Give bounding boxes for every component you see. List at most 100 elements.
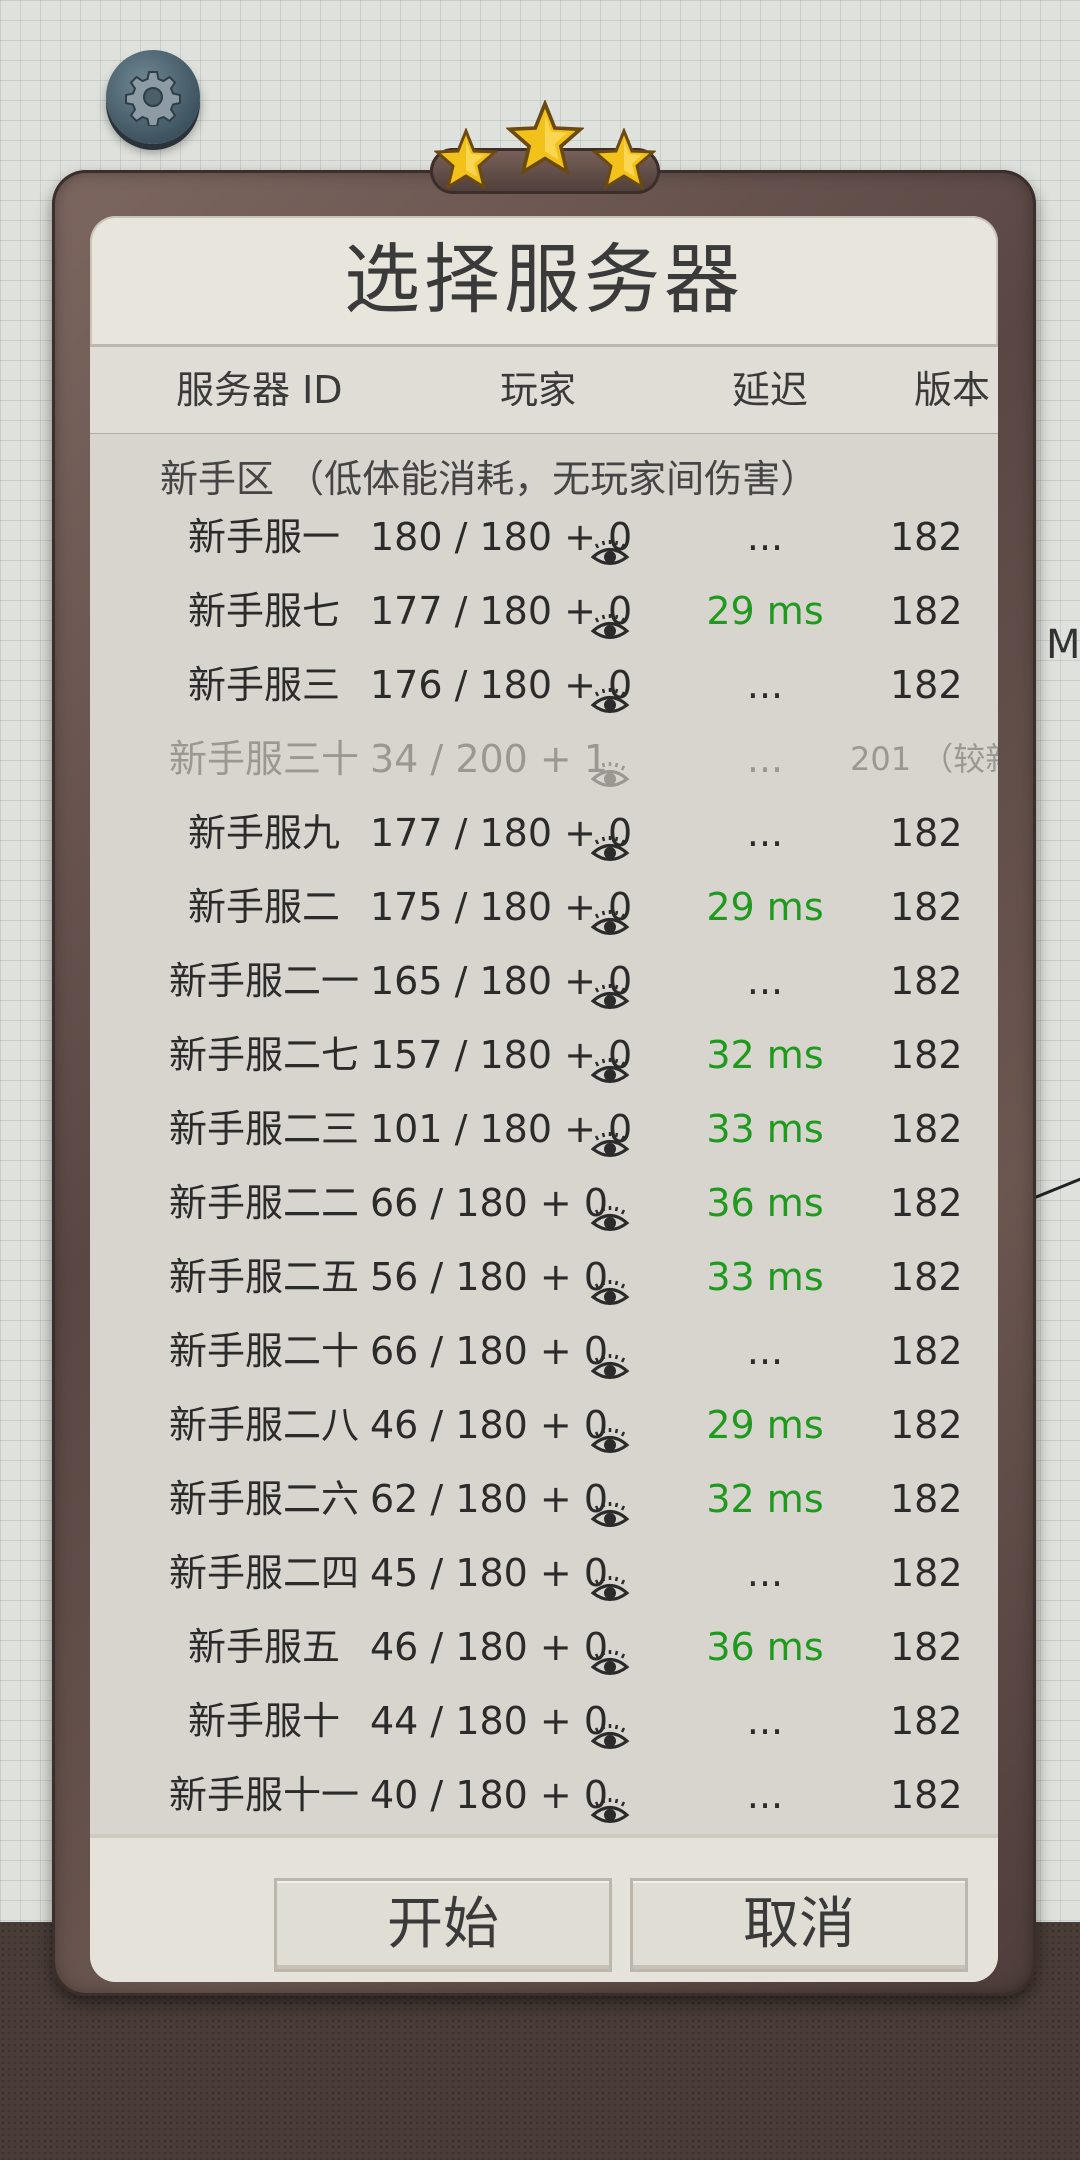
player-count: 101 / 180 + 0	[370, 1107, 633, 1151]
server-row[interactable]: 新手服二四 45 / 180 + 0... 182	[90, 1536, 998, 1610]
player-count: 45 / 180 + 0	[370, 1551, 609, 1595]
server-version: 182	[890, 589, 963, 633]
server-row[interactable]: 新手服三 176 / 180 + 0... 182	[90, 648, 998, 722]
server-latency: 32 ms	[706, 1477, 824, 1521]
eye-icon	[590, 1038, 630, 1083]
server-row[interactable]: 新手服七 177 / 180 + 0 29 ms 182	[90, 574, 998, 648]
server-row[interactable]: 新手服十一 40 / 180 + 0... 182	[90, 1758, 998, 1832]
header-players: 玩家	[500, 368, 577, 412]
header-latency: 延迟	[732, 368, 809, 412]
server-row[interactable]: 新手服三十34 / 200 + 1... 201 （较新	[90, 722, 998, 796]
eye-icon	[590, 1778, 630, 1823]
server-version: 182	[890, 1477, 963, 1521]
server-version: 182	[890, 663, 963, 707]
server-row[interactable]: 新手服九 177 / 180 + 0... 182	[90, 796, 998, 870]
player-count: 175 / 180 + 0	[370, 885, 633, 929]
server-name: 新手服十一	[168, 1773, 359, 1817]
server-latency: 29 ms	[706, 885, 824, 929]
server-latency: 33 ms	[706, 1107, 824, 1151]
server-version: 201 （较新	[850, 740, 998, 778]
server-row[interactable]: 新手服二七 157 / 180 + 0 32 ms 182	[90, 1018, 998, 1092]
dialog-title: 选择服务器	[344, 235, 744, 324]
region-label: 新手区 （低体能消耗，无玩家间伤害）	[160, 457, 819, 501]
player-count: 46 / 180 + 0	[370, 1403, 609, 1447]
server-latency: ...	[746, 1699, 784, 1743]
server-list[interactable]: 新手区 （低体能消耗，无玩家间伤害） 新手服一 180 / 180 + 0... 1…	[90, 434, 998, 1834]
server-row[interactable]: 新手服二二 66 / 180 + 0 36 ms 182	[90, 1166, 998, 1240]
server-latency: ...	[746, 959, 784, 1003]
server-version: 182	[890, 1181, 963, 1225]
player-count: 44 / 180 + 0	[370, 1699, 609, 1743]
server-latency: ...	[746, 1773, 784, 1817]
server-version: 182	[890, 1107, 963, 1151]
eye-icon	[590, 1408, 630, 1453]
server-name: 新手服二一	[168, 959, 359, 1003]
server-version: 182	[890, 1403, 963, 1447]
server-name: 新手服二三	[168, 1107, 359, 1151]
server-latency: 29 ms	[706, 1403, 824, 1447]
player-count: 165 / 180 + 0	[370, 959, 633, 1003]
server-latency: ...	[746, 663, 784, 707]
player-count: 157 / 180 + 0	[370, 1033, 633, 1077]
gear-icon	[125, 71, 181, 126]
server-name: 新手服七	[187, 589, 340, 633]
server-version: 182	[890, 1625, 963, 1669]
server-row[interactable]: 新手服二六 62 / 180 + 0 32 ms 182	[90, 1462, 998, 1536]
player-count: 40 / 180 + 0	[370, 1773, 609, 1817]
server-name: 新手服五	[187, 1625, 340, 1669]
server-row[interactable]: 新手服二三 101 / 180 + 0 33 ms 182	[90, 1092, 998, 1166]
server-row[interactable]: 新手服二一 165 / 180 + 0... 182	[90, 944, 998, 1018]
column-header: 服务器 ID 玩家 延迟 版本	[90, 344, 998, 437]
eye-icon	[590, 1556, 630, 1601]
background-line	[1029, 1168, 1080, 1201]
dialog-footer: 开始 取消	[90, 1834, 998, 1982]
eye-icon	[590, 1630, 630, 1675]
server-name: 新手服十	[187, 1699, 340, 1743]
server-row[interactable]: 新手服二八 46 / 180 + 0 29 ms 182	[90, 1388, 998, 1462]
server-latency: 29 ms	[706, 589, 824, 633]
header-server-id: 服务器 ID	[176, 368, 343, 412]
server-latency: ...	[746, 1329, 784, 1373]
server-name: 新手服二二	[168, 1181, 359, 1225]
server-name: 新手服二六	[168, 1477, 359, 1521]
server-latency: 33 ms	[706, 1255, 824, 1299]
settings-button[interactable]	[106, 50, 200, 144]
server-latency: 36 ms	[706, 1181, 824, 1225]
server-version: 182	[890, 811, 963, 855]
server-row[interactable]: 新手服一 180 / 180 + 0... 182	[90, 500, 998, 574]
server-row[interactable]: 新手服二五 56 / 180 + 0 33 ms 182	[90, 1240, 998, 1314]
star-icon	[592, 128, 656, 191]
server-version: 182	[890, 1551, 963, 1595]
eye-icon	[590, 1112, 630, 1157]
server-version: 182	[890, 1033, 963, 1077]
player-count: 177 / 180 + 0	[370, 589, 633, 633]
eye-icon	[590, 1482, 630, 1527]
eye-icon	[590, 1334, 630, 1379]
server-latency: ...	[746, 515, 784, 559]
server-version: 182	[890, 1255, 963, 1299]
server-latency: 32 ms	[706, 1033, 824, 1077]
star-icon	[506, 100, 584, 176]
server-name: 新手服三十	[168, 737, 359, 781]
server-row[interactable]: 新手服二 175 / 180 + 0 29 ms 182	[90, 870, 998, 944]
server-row[interactable]: 新手服十 44 / 180 + 0... 182	[90, 1684, 998, 1758]
server-version: 182	[890, 1773, 963, 1817]
server-select-dialog: 选择服务器 服务器 ID 玩家 延迟 版本 新手区 （低体能消耗，无玩家间伤害）…	[90, 216, 998, 1982]
start-button[interactable]: 开始	[274, 1878, 612, 1972]
eye-icon	[590, 520, 630, 565]
cancel-button[interactable]: 取消	[630, 1878, 968, 1972]
player-count: 66 / 180 + 0	[370, 1181, 609, 1225]
eye-icon	[590, 1260, 630, 1305]
server-name: 新手服二	[187, 885, 340, 929]
server-latency: ...	[746, 737, 784, 781]
eye-icon	[590, 742, 630, 787]
server-version: 182	[890, 959, 963, 1003]
player-count: 176 / 180 + 0	[370, 663, 633, 707]
server-name: 新手服一	[187, 515, 340, 559]
player-count: 180 / 180 + 0	[370, 515, 633, 559]
server-name: 新手服二七	[168, 1033, 359, 1077]
eye-icon	[590, 1704, 630, 1749]
server-row[interactable]: 新手服五 46 / 180 + 0 36 ms 182	[90, 1610, 998, 1684]
player-count: 56 / 180 + 0	[370, 1255, 609, 1299]
server-row[interactable]: 新手服二十 66 / 180 + 0... 182	[90, 1314, 998, 1388]
